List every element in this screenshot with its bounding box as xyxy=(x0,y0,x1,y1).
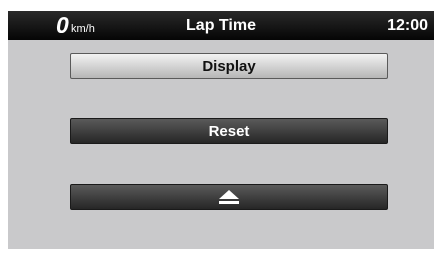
display-button-label: Display xyxy=(202,57,256,75)
reset-button[interactable]: Reset xyxy=(70,118,388,144)
screen: 0 km/h Lap Time 12:00 Display Reset xyxy=(8,11,434,249)
eject-button[interactable] xyxy=(70,184,388,210)
clock: 12:00 xyxy=(387,17,428,34)
eject-icon xyxy=(219,190,239,204)
reset-button-label: Reset xyxy=(208,122,250,140)
page-title: Lap Time xyxy=(186,17,256,34)
display-button[interactable]: Display xyxy=(70,53,388,79)
status-bar: 0 km/h Lap Time 12:00 xyxy=(8,11,434,40)
